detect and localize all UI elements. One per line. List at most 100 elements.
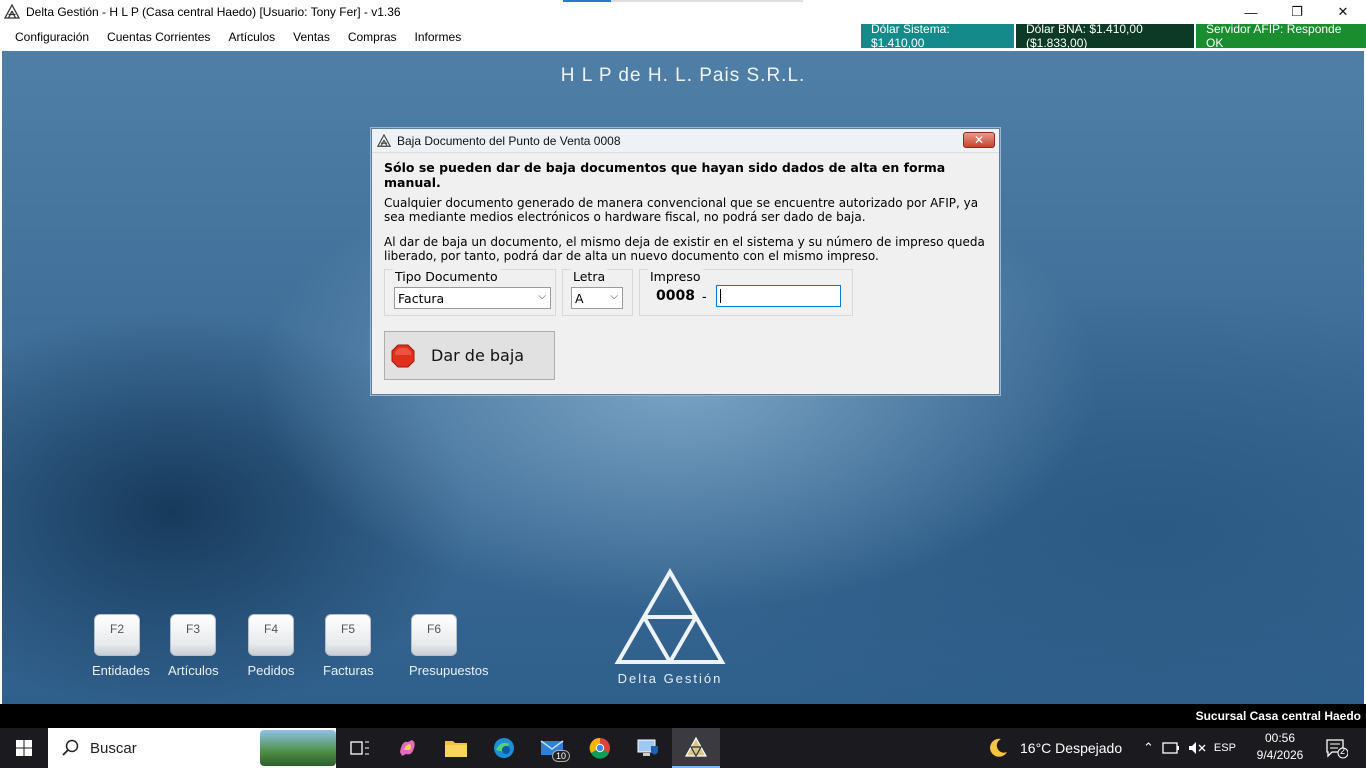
tipo-documento-label: Tipo Documento xyxy=(393,269,500,284)
sucursal-name: Sucursal Casa central Haedo xyxy=(1195,709,1361,723)
fkey-label: Presupuestos xyxy=(409,663,489,678)
letra-select[interactable]: A ⌵ xyxy=(571,287,623,309)
file-explorer-button[interactable] xyxy=(432,728,480,768)
delta-app-icon xyxy=(4,4,20,19)
computer-shield-icon xyxy=(637,739,658,756)
fkey-articulos[interactable]: F3 Artículos xyxy=(168,614,219,678)
volume-muted-icon[interactable] xyxy=(1188,741,1206,755)
tipo-documento-group: Tipo Documento Factura ⌵ xyxy=(384,269,556,316)
window-title: Delta Gestión - H L P (Casa central Haed… xyxy=(26,5,401,19)
language-indicator[interactable]: ESP xyxy=(1214,742,1236,754)
menu-cuentas-corrientes[interactable]: Cuentas Corrientes xyxy=(98,30,219,44)
key-f4: F4 xyxy=(248,614,294,656)
close-button[interactable]: ✕ xyxy=(1320,0,1366,24)
chevron-up-icon[interactable]: ⌃ xyxy=(1143,740,1154,756)
title-accent-2 xyxy=(611,0,803,2)
fkey-pedidos[interactable]: F4 Pedidos xyxy=(246,614,296,678)
delta-gestion-taskbar-button[interactable] xyxy=(672,728,720,768)
copilot-icon xyxy=(400,740,415,756)
impreso-separator: - xyxy=(702,288,707,304)
taskbar-search[interactable]: Buscar xyxy=(48,728,336,768)
delta-logo: Delta Gestión xyxy=(614,568,726,686)
search-icon xyxy=(62,739,79,756)
menu-articulos[interactable]: Artículos xyxy=(219,30,284,44)
notification-count: 2 xyxy=(1340,746,1346,756)
company-name: H L P de H. L. Pais S.R.L. xyxy=(560,65,806,86)
start-button[interactable] xyxy=(0,728,48,768)
dialog-paragraph-2: Al dar de baja un documento, el mismo de… xyxy=(384,235,985,263)
fkey-label: Entidades xyxy=(92,663,150,678)
tipo-documento-value: Factura xyxy=(398,290,445,306)
fkey-label: Artículos xyxy=(168,663,219,678)
weather-widget[interactable]: 16°C Despejado xyxy=(986,728,1122,768)
servidor-afip-badge: Servidor AFIP: Responde OK xyxy=(1196,22,1366,50)
system-tray: ⌃ ESP xyxy=(1143,728,1236,768)
mail-badge: 10 xyxy=(551,750,570,762)
text-caret xyxy=(720,289,721,303)
dolar-sistema-badge: Dólar Sistema: $1.410,00 xyxy=(861,22,1014,50)
minimize-button[interactable]: — xyxy=(1228,0,1274,24)
dolar-bna-badge: Dólar BNA: $1.410,00 ($1.833,00) xyxy=(1016,22,1194,50)
title-bar: Delta Gestión - H L P (Casa central Haed… xyxy=(0,0,1366,24)
chevron-down-icon: ⌵ xyxy=(538,291,546,302)
copilot-button[interactable] xyxy=(384,728,432,768)
task-view-icon xyxy=(350,741,369,755)
impreso-label: Impreso xyxy=(648,269,703,284)
edge-icon xyxy=(494,738,514,758)
key-f3: F3 xyxy=(170,614,216,656)
search-highlight-image xyxy=(260,730,336,766)
brand-name: Delta Gestión xyxy=(617,671,723,686)
dialog-title: Baja Documento del Punto de Venta 0008 xyxy=(397,133,621,148)
delta-triangle-icon xyxy=(614,568,726,664)
tipo-documento-select[interactable]: Factura ⌵ xyxy=(394,287,551,309)
dialog-paragraph-1: Cualquier documento generado de manera c… xyxy=(384,196,979,224)
chrome-icon xyxy=(589,737,610,759)
folder-icon xyxy=(445,741,467,757)
dialog-title-bar: Baja Documento del Punto de Venta 0008 ✕ xyxy=(372,129,999,153)
dar-de-baja-button[interactable]: Dar de baja xyxy=(384,331,555,380)
windows-taskbar: Buscar 10 16°C Despejado ⌃ ESP 00:56 9/4… xyxy=(0,728,1366,768)
clock[interactable]: 00:56 9/4/2026 xyxy=(1252,730,1308,764)
clock-date: 9/4/2026 xyxy=(1256,748,1304,762)
fkey-facturas[interactable]: F5 Facturas xyxy=(323,614,374,678)
menu-informes[interactable]: Informes xyxy=(406,30,471,44)
weather-text: 16°C Despejado xyxy=(1020,740,1123,756)
fkey-presupuestos[interactable]: F6 Presupuestos xyxy=(409,614,489,678)
chrome-button[interactable] xyxy=(576,728,624,768)
letra-group: Letra A ⌵ xyxy=(562,269,633,316)
dialog-warning: Sólo se pueden dar de baja documentos qu… xyxy=(384,160,946,190)
dialog-close-button[interactable]: ✕ xyxy=(963,132,995,148)
menu-compras[interactable]: Compras xyxy=(339,30,406,44)
impreso-group: Impreso 0008 - xyxy=(639,269,853,316)
maximize-button[interactable]: ❐ xyxy=(1274,0,1320,24)
chevron-down-icon: ⌵ xyxy=(610,291,618,302)
key-f6: F6 xyxy=(411,614,457,656)
delta-app-icon xyxy=(684,736,708,758)
key-f2: F2 xyxy=(94,614,140,656)
key-f5: F5 xyxy=(325,614,371,656)
clock-time: 00:56 xyxy=(1264,731,1296,745)
title-accent xyxy=(563,0,611,2)
windows-logo-icon xyxy=(16,740,32,756)
fkey-label: Pedidos xyxy=(247,663,295,678)
baja-documento-dialog: Baja Documento del Punto de Venta 0008 ✕… xyxy=(371,128,1000,395)
fkey-entidades[interactable]: F2 Entidades xyxy=(92,614,150,678)
mail-button[interactable]: 10 xyxy=(528,728,576,768)
notifications-button[interactable]: 2 xyxy=(1326,739,1349,762)
sucursal-status-bar: Sucursal Casa central Haedo xyxy=(0,704,1366,728)
delta-app-icon xyxy=(377,133,391,147)
edge-button[interactable] xyxy=(480,728,528,768)
letra-label: Letra xyxy=(571,269,608,284)
impreso-input[interactable] xyxy=(716,285,841,307)
task-view-button[interactable] xyxy=(336,728,384,768)
search-placeholder: Buscar xyxy=(90,739,137,757)
remote-app-button[interactable] xyxy=(624,728,672,768)
moon-icon xyxy=(990,738,1007,757)
letra-value: A xyxy=(575,290,584,306)
menu-ventas[interactable]: Ventas xyxy=(284,30,339,44)
network-icon[interactable] xyxy=(1162,741,1180,755)
stop-sign-icon xyxy=(391,344,415,367)
dar-de-baja-label: Dar de baja xyxy=(431,346,525,365)
menu-configuracion[interactable]: Configuración xyxy=(0,30,98,44)
fkey-label: Facturas xyxy=(323,663,374,678)
